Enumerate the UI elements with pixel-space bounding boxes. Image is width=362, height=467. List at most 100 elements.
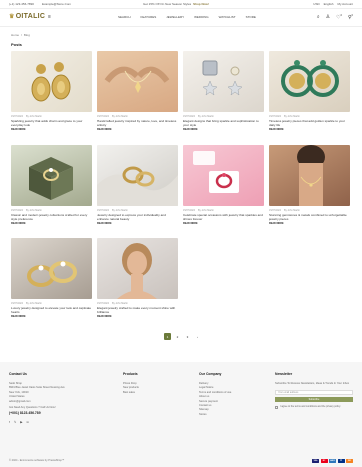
post-card[interactable]: 15/07/2024 By John Martin Elegant jewelry… xyxy=(97,238,178,318)
post-image[interactable] xyxy=(97,51,178,112)
post-card[interactable]: 15/07/2024 By John Martin Luxury jewelry … xyxy=(11,238,92,318)
post-image[interactable] xyxy=(11,51,92,112)
post-title[interactable]: Elegant designs that bring sparkle and s… xyxy=(183,119,264,127)
footer-link[interactable]: Stores xyxy=(199,413,231,417)
topbar-email[interactable]: Example@Store.Com xyxy=(42,2,71,6)
crown-icon: ♛ xyxy=(9,14,15,20)
post-image[interactable] xyxy=(269,51,350,112)
paypal-icon: PP xyxy=(337,459,345,463)
post-date: 15/07/2024 xyxy=(11,302,23,305)
post-image[interactable] xyxy=(97,238,178,299)
nav-item[interactable]: Watchlist xyxy=(219,15,236,19)
copyright: © 2024 - Ecommerce software by PrestaSho… xyxy=(9,459,65,462)
footer-link[interactable]: Best sales xyxy=(123,391,139,395)
post-title[interactable]: Classic and modern jewelry collections c… xyxy=(11,213,92,221)
post-author: By John Martin xyxy=(111,209,128,212)
read-more-link[interactable]: Read More xyxy=(11,222,92,225)
search-icon[interactable]: ⌕ xyxy=(317,14,320,21)
language-select[interactable]: English xyxy=(324,2,334,6)
read-more-link[interactable]: Read More xyxy=(97,222,178,225)
menu-icon[interactable]: ≡ xyxy=(48,14,51,20)
post-author: By John Martin xyxy=(111,115,128,118)
read-more-link[interactable]: Read More xyxy=(11,315,92,318)
wishlist-icon[interactable]: ♡0 xyxy=(336,14,342,21)
post-image[interactable] xyxy=(183,51,264,112)
nav-item[interactable]: Store xyxy=(246,15,256,19)
main-nav: Search Features Jewellery Wedding Watchl… xyxy=(118,15,256,19)
page-1-button[interactable]: 1 xyxy=(164,333,171,340)
pagination: 1 2 3 › xyxy=(164,333,201,340)
post-image[interactable] xyxy=(97,145,178,206)
post-title[interactable]: Elegant jewelry crafted to make every mo… xyxy=(97,306,178,314)
post-card[interactable]: 15/07/2024 By John Martin Stunning gemsto… xyxy=(269,145,350,225)
contact-email[interactable]: admin@gmail.com xyxy=(9,400,89,404)
ring-box-illustration xyxy=(29,157,73,200)
next-page-button[interactable]: › xyxy=(194,333,201,340)
post-author: By John Martin xyxy=(197,115,214,118)
post-author: By John Martin xyxy=(25,302,42,305)
post-card[interactable]: 15/07/2024 By John Martin Jewelry designe… xyxy=(97,145,178,225)
read-more-link[interactable]: Read More xyxy=(97,315,178,318)
site-logo[interactable]: ♛ OITALIC xyxy=(9,13,45,20)
linkedin-icon[interactable]: in xyxy=(27,420,29,424)
post-title[interactable]: Celebrate special occasions with jewelry… xyxy=(183,213,264,221)
woman-portrait-illustration xyxy=(117,243,157,299)
nav-item[interactable]: Search xyxy=(118,15,131,19)
facebook-icon[interactable]: f xyxy=(9,420,10,424)
nav-item[interactable]: Jewellery xyxy=(166,15,184,19)
post-card[interactable]: 15/07/2024 By John Martin Elegant designs… xyxy=(183,51,264,131)
topbar-phone[interactable]: (+1) 123-456-7890 xyxy=(9,2,34,6)
user-icon[interactable]: ♙ xyxy=(326,14,330,21)
account-link[interactable]: My Account xyxy=(337,2,353,6)
necklace-woman-illustration xyxy=(297,145,325,206)
twitter-icon[interactable]: 𝕏 xyxy=(14,420,16,424)
post-image[interactable] xyxy=(269,145,350,206)
post-date: 15/07/2024 xyxy=(11,209,23,212)
cart-icon[interactable]: ⚲0 xyxy=(348,14,353,21)
page-3-button[interactable]: 3 xyxy=(184,333,191,340)
post-title[interactable]: Luxury jewelry designed to elevate your … xyxy=(11,306,92,314)
post-title[interactable]: Sparkling jewelry that adds charm and gr… xyxy=(11,119,92,127)
post-date: 15/07/2024 xyxy=(97,302,109,305)
breadcrumb-current: Blog xyxy=(23,33,30,37)
post-card[interactable]: 15/07/2024 By John Martin Classic and mod… xyxy=(11,145,92,225)
breadcrumb-home[interactable]: Home xyxy=(11,33,19,37)
contact-phone[interactable]: (+001) 8123.456.789 xyxy=(9,411,89,415)
post-date: 15/07/2024 xyxy=(183,209,195,212)
post-card[interactable]: 15/07/2024 By John Martin Celebrate speci… xyxy=(183,145,264,225)
post-image[interactable] xyxy=(11,238,92,299)
read-more-link[interactable]: Read More xyxy=(11,128,92,131)
youtube-icon[interactable]: ▶ xyxy=(20,420,22,424)
currency-select[interactable]: USD xyxy=(313,2,319,6)
logo-text: OITALIC xyxy=(15,13,46,20)
post-date: 15/07/2024 xyxy=(269,115,281,118)
post-card[interactable]: 15/07/2024 By John Martin Sparkling jewel… xyxy=(11,51,92,131)
post-author: By John Martin xyxy=(25,209,42,212)
read-more-link[interactable]: Read More xyxy=(269,128,350,131)
cart-count: 0 xyxy=(351,14,353,17)
read-more-link[interactable]: Read More xyxy=(269,222,350,225)
post-title[interactable]: Timeless jewelry pieces that add golden … xyxy=(269,119,350,127)
read-more-link[interactable]: Read More xyxy=(183,222,264,225)
post-title[interactable]: Handcrafted jewelry inspired by nature, … xyxy=(97,119,178,127)
post-title[interactable]: Stunning gemstones & metals combined to … xyxy=(269,213,350,221)
nav-item[interactable]: Wedding xyxy=(194,15,209,19)
newsletter-email-input[interactable]: Your email address xyxy=(275,390,353,396)
read-more-link[interactable]: Read More xyxy=(183,128,264,131)
read-more-link[interactable]: Read More xyxy=(97,128,178,131)
breadcrumb-separator: / xyxy=(21,33,22,37)
post-image[interactable] xyxy=(183,145,264,206)
top-bar: (+1) 123-456-7890 Example@Store.Com Get … xyxy=(0,0,362,9)
post-card[interactable]: 15/07/2024 By John Martin Timeless jewelr… xyxy=(269,51,350,131)
post-date: 15/07/2024 xyxy=(11,115,23,118)
topbar-promo: Get 15% Off On New Season Styles Shop Now… xyxy=(143,2,209,6)
post-card[interactable]: 15/07/2024 By John Martin Handcrafted jew… xyxy=(97,51,178,131)
post-image[interactable] xyxy=(11,145,92,206)
post-title[interactable]: Jewelry designed to express your individ… xyxy=(97,213,178,221)
page-2-button[interactable]: 2 xyxy=(174,333,181,340)
post-date: 15/07/2024 xyxy=(183,115,195,118)
promo-link[interactable]: Shop Now! xyxy=(193,2,209,6)
nav-item[interactable]: Features xyxy=(141,15,157,19)
consent-checkbox[interactable] xyxy=(275,405,278,409)
subscribe-button[interactable]: Subscribe xyxy=(275,397,353,403)
